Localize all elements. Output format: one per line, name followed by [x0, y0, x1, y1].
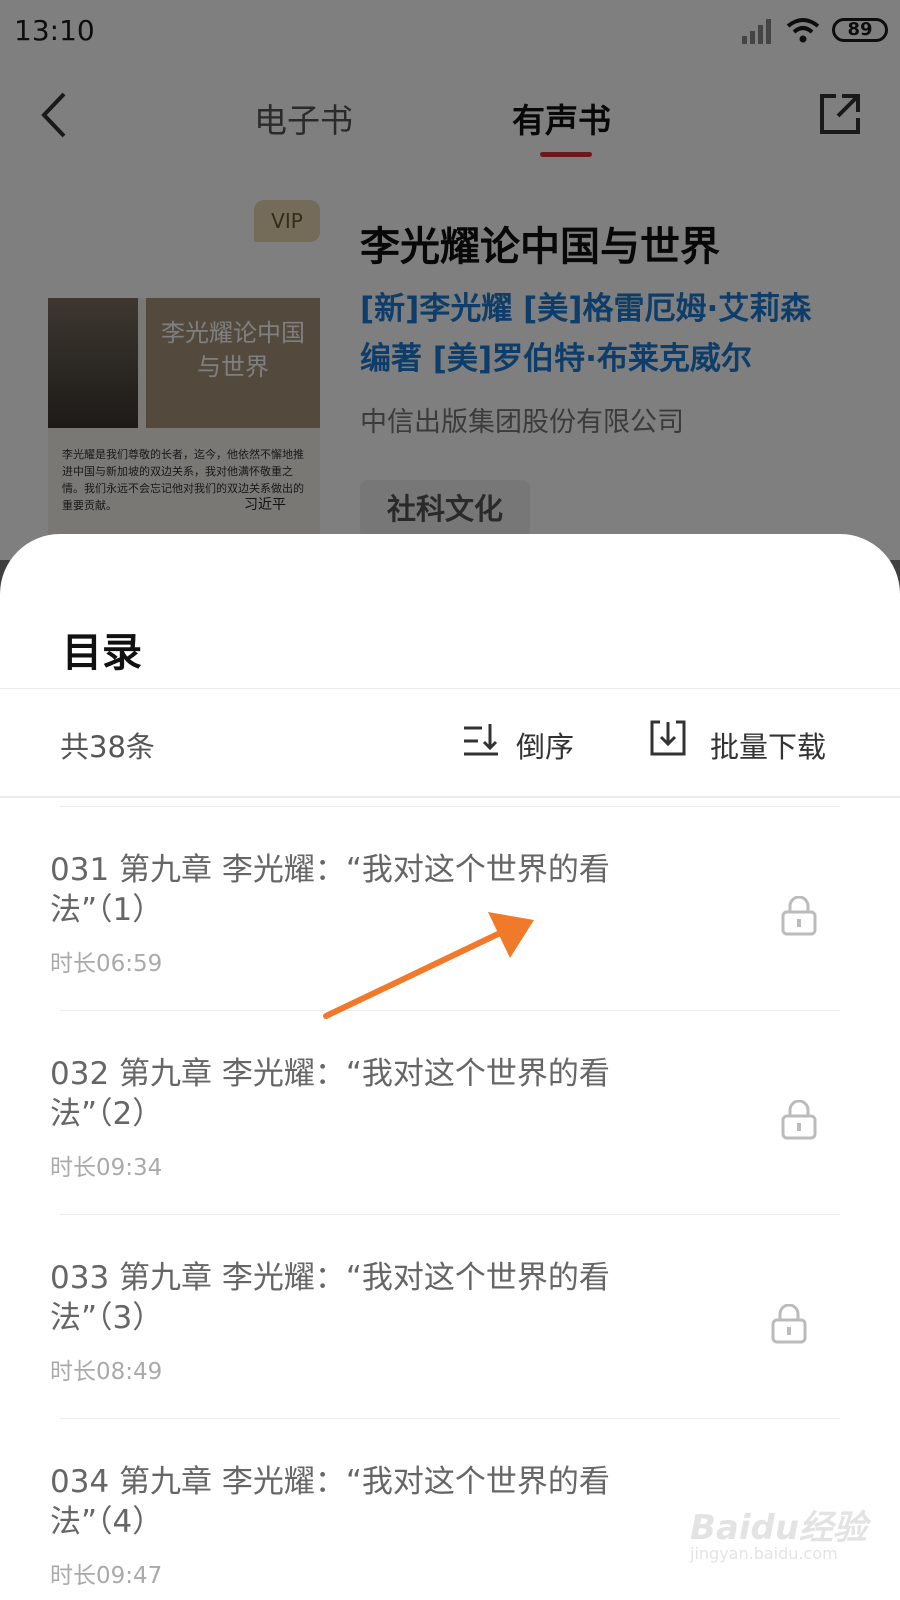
baidu-watermark: Baidu经验 jingyan.baidu.com: [690, 1500, 890, 1590]
list-item[interactable]: 032 第九章 李光耀：“我对这个世界的看法”（2） 时长09:34: [0, 1010, 900, 1220]
lock-icon: [781, 1100, 817, 1140]
watermark-url: jingyan.baidu.com: [690, 1544, 838, 1563]
item-duration: 时长09:47: [50, 1563, 163, 1589]
divider: [60, 1418, 840, 1419]
divider: [60, 806, 840, 807]
lock-icon: [771, 1304, 807, 1344]
list-item[interactable]: 031 第九章 李光耀：“我对这个世界的看法”（1） 时长06:59: [0, 806, 900, 1016]
toc-list: 031 第九章 李光耀：“我对这个世界的看法”（1） 时长06:59 032 第…: [0, 806, 900, 1600]
toc-sheet: 目录 共38条 倒序 批量下载 031 第九章 李光耀：“我对这个世界的看法”（…: [0, 534, 900, 1600]
sort-icon[interactable]: [462, 722, 500, 760]
item-duration: 时长08:49: [50, 1359, 163, 1385]
toc-toolbar: 共38条 倒序 批量下载: [0, 690, 900, 794]
item-title: 032 第九章 李光耀：“我对这个世界的看法”（2）: [50, 1056, 610, 1132]
item-count: 共38条: [60, 730, 155, 764]
watermark-text: Baidu经验: [690, 1508, 868, 1548]
item-title: 033 第九章 李光耀：“我对这个世界的看法”（3）: [50, 1260, 610, 1336]
sort-button[interactable]: 倒序: [516, 724, 574, 766]
list-item[interactable]: 033 第九章 李光耀：“我对这个世界的看法”（3） 时长08:49: [0, 1214, 900, 1424]
divider: [60, 1214, 840, 1215]
item-title: 031 第九章 李光耀：“我对这个世界的看法”（1）: [50, 852, 610, 928]
lock-icon: [781, 896, 817, 936]
download-icon[interactable]: [648, 718, 688, 758]
sheet-title: 目录: [62, 630, 142, 676]
item-duration: 时长06:59: [50, 951, 163, 977]
batch-download-button[interactable]: 批量下载: [710, 724, 826, 766]
divider: [0, 688, 900, 689]
item-title: 034 第九章 李光耀：“我对这个世界的看法”（4）: [50, 1464, 610, 1540]
divider: [60, 1010, 840, 1011]
divider: [0, 796, 900, 798]
item-duration: 时长09:34: [50, 1155, 163, 1181]
